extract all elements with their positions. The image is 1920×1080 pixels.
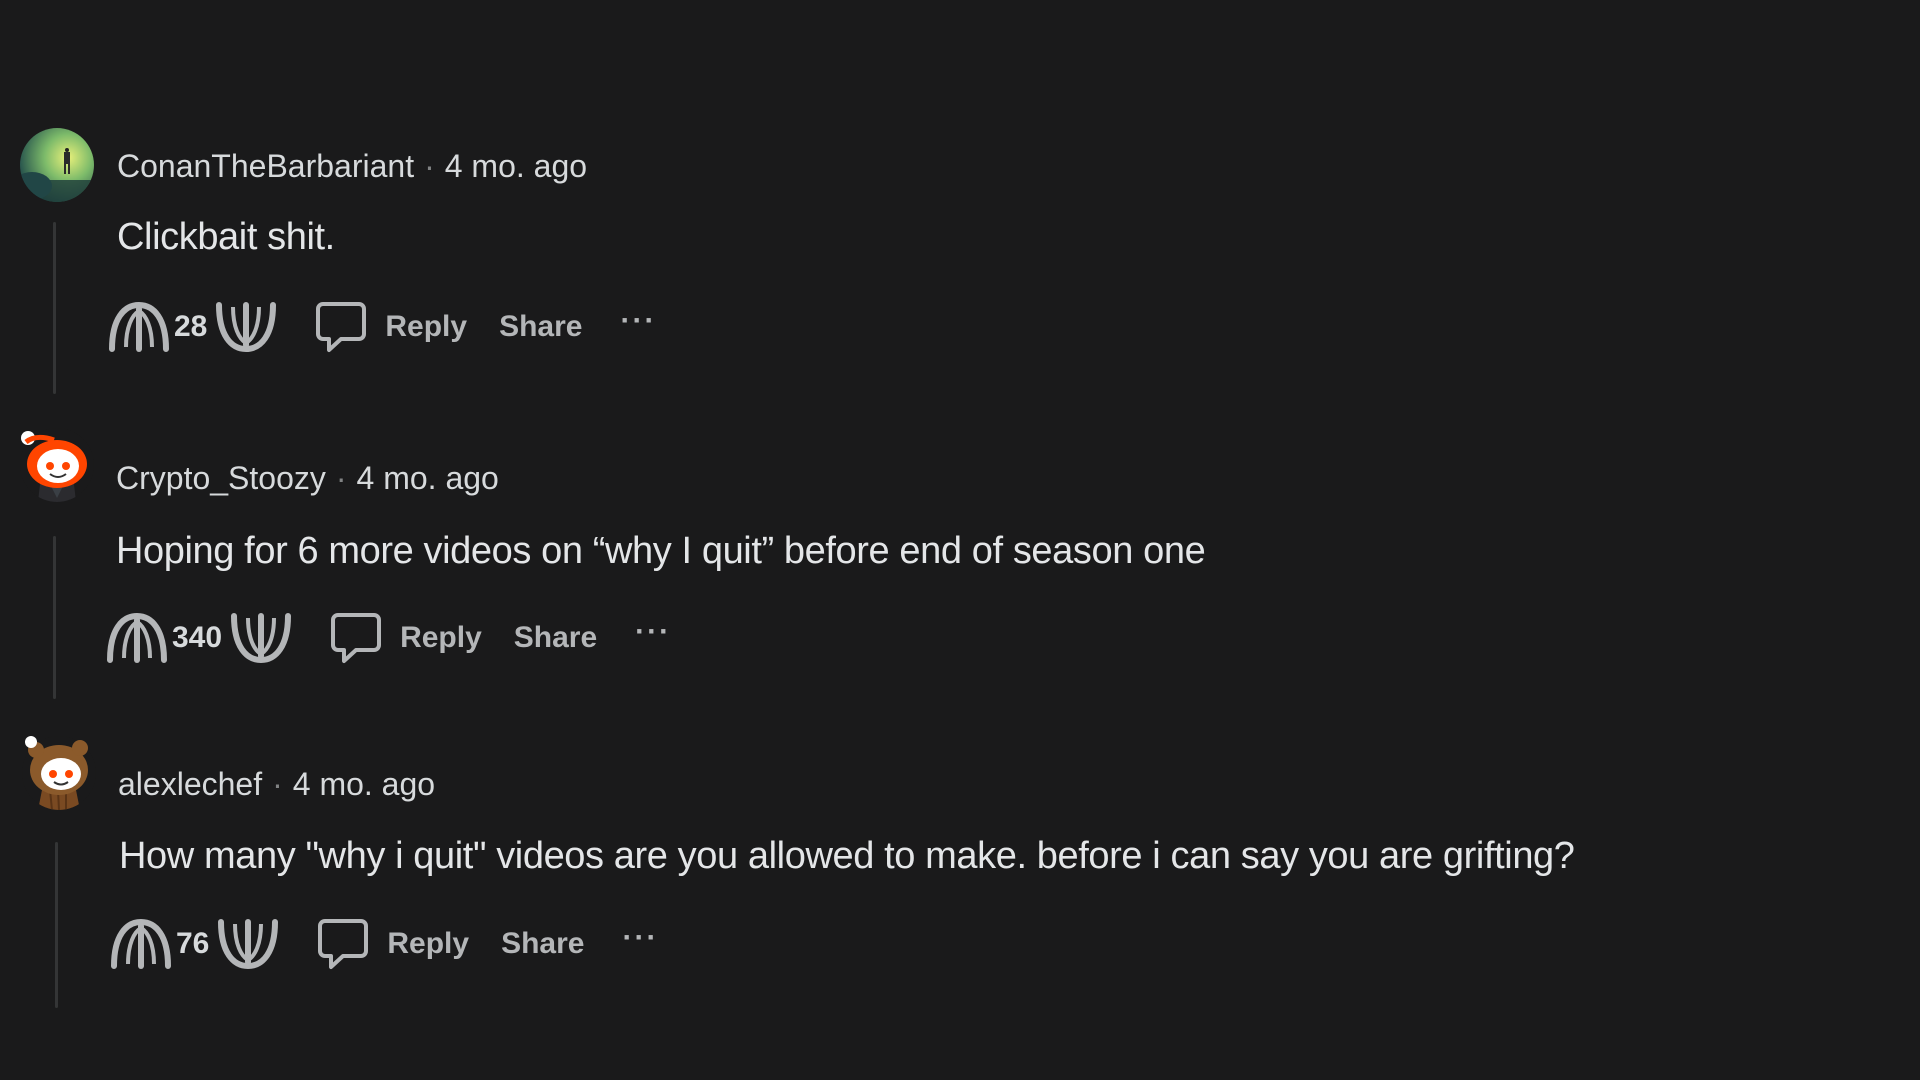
share-button[interactable]: Share [499, 310, 582, 344]
meta-separator: · [424, 148, 435, 184]
comment-actions: 76 Reply Share ··· [110, 914, 658, 974]
meta-separator: · [272, 766, 283, 802]
share-button[interactable]: Share [501, 927, 584, 961]
comment-timestamp[interactable]: 4 mo. ago [445, 148, 587, 184]
user-avatar[interactable] [20, 128, 94, 202]
user-avatar[interactable] [22, 736, 96, 810]
vote-score: 340 [172, 621, 223, 654]
comment-thread: ConanTheBarbariant · 4 mo. ago Clickbait s… [0, 0, 1920, 1080]
downvote-icon [218, 919, 279, 970]
downvote-button[interactable] [217, 914, 279, 974]
comment-author[interactable]: alexlechef [118, 766, 262, 802]
reply-button[interactable]: Reply [315, 300, 467, 354]
reply-label: Reply [387, 927, 470, 960]
comment-author[interactable]: Crypto_Stoozy [116, 460, 326, 496]
thread-collapse-line[interactable] [53, 222, 56, 394]
user-avatar[interactable] [20, 428, 94, 502]
comment-timestamp[interactable]: 4 mo. ago [357, 460, 499, 496]
comment-actions: 340 Reply Share ··· [106, 608, 671, 668]
comment-actions: 28 Reply Share ··· [108, 297, 656, 357]
downvote-icon [231, 613, 292, 664]
reply-button[interactable]: Reply [330, 611, 482, 665]
upvote-icon [109, 301, 169, 352]
downvote-button[interactable] [215, 297, 277, 357]
upvote-button[interactable] [110, 914, 172, 974]
comment-author[interactable]: ConanTheBarbariant [117, 148, 414, 184]
upvote-icon [111, 918, 171, 969]
comment-meta: Crypto_Stoozy · 4 mo. ago [116, 458, 499, 498]
comment-bubble-icon [316, 302, 367, 352]
upvote-button[interactable] [106, 608, 168, 668]
downvote-icon [216, 302, 277, 353]
reply-label: Reply [385, 310, 468, 343]
reply-button[interactable]: Reply [317, 917, 469, 971]
comment-timestamp[interactable]: 4 mo. ago [293, 766, 435, 802]
comment-body: How many "why i quit" videos are you all… [119, 835, 1575, 877]
share-button[interactable]: Share [514, 621, 597, 655]
reply-label: Reply [400, 621, 482, 654]
snoo-bear-avatar-icon [22, 736, 96, 810]
thread-collapse-line[interactable] [55, 842, 58, 1008]
comment-body: Clickbait shit. [117, 216, 335, 258]
comment-bubble-icon [331, 613, 382, 663]
more-options-button[interactable]: ··· [635, 615, 671, 649]
comment-meta: alexlechef · 4 mo. ago [118, 764, 435, 804]
meta-separator: · [335, 460, 347, 496]
snoo-avatar-icon [20, 428, 94, 502]
thread-collapse-line[interactable] [53, 536, 56, 699]
upvote-icon [107, 612, 167, 663]
comment-meta: ConanTheBarbariant · 4 mo. ago [117, 146, 587, 186]
upvote-button[interactable] [108, 297, 170, 357]
more-options-button[interactable]: ··· [622, 921, 658, 955]
more-options-button[interactable]: ··· [620, 304, 656, 338]
downvote-button[interactable] [230, 608, 292, 668]
landscape-figure-avatar-icon [20, 128, 94, 202]
comment-body: Hoping for 6 more videos on “why I quit”… [116, 530, 1206, 572]
comment-bubble-icon [318, 919, 369, 969]
vote-score: 76 [176, 927, 210, 960]
vote-score: 28 [174, 310, 208, 343]
